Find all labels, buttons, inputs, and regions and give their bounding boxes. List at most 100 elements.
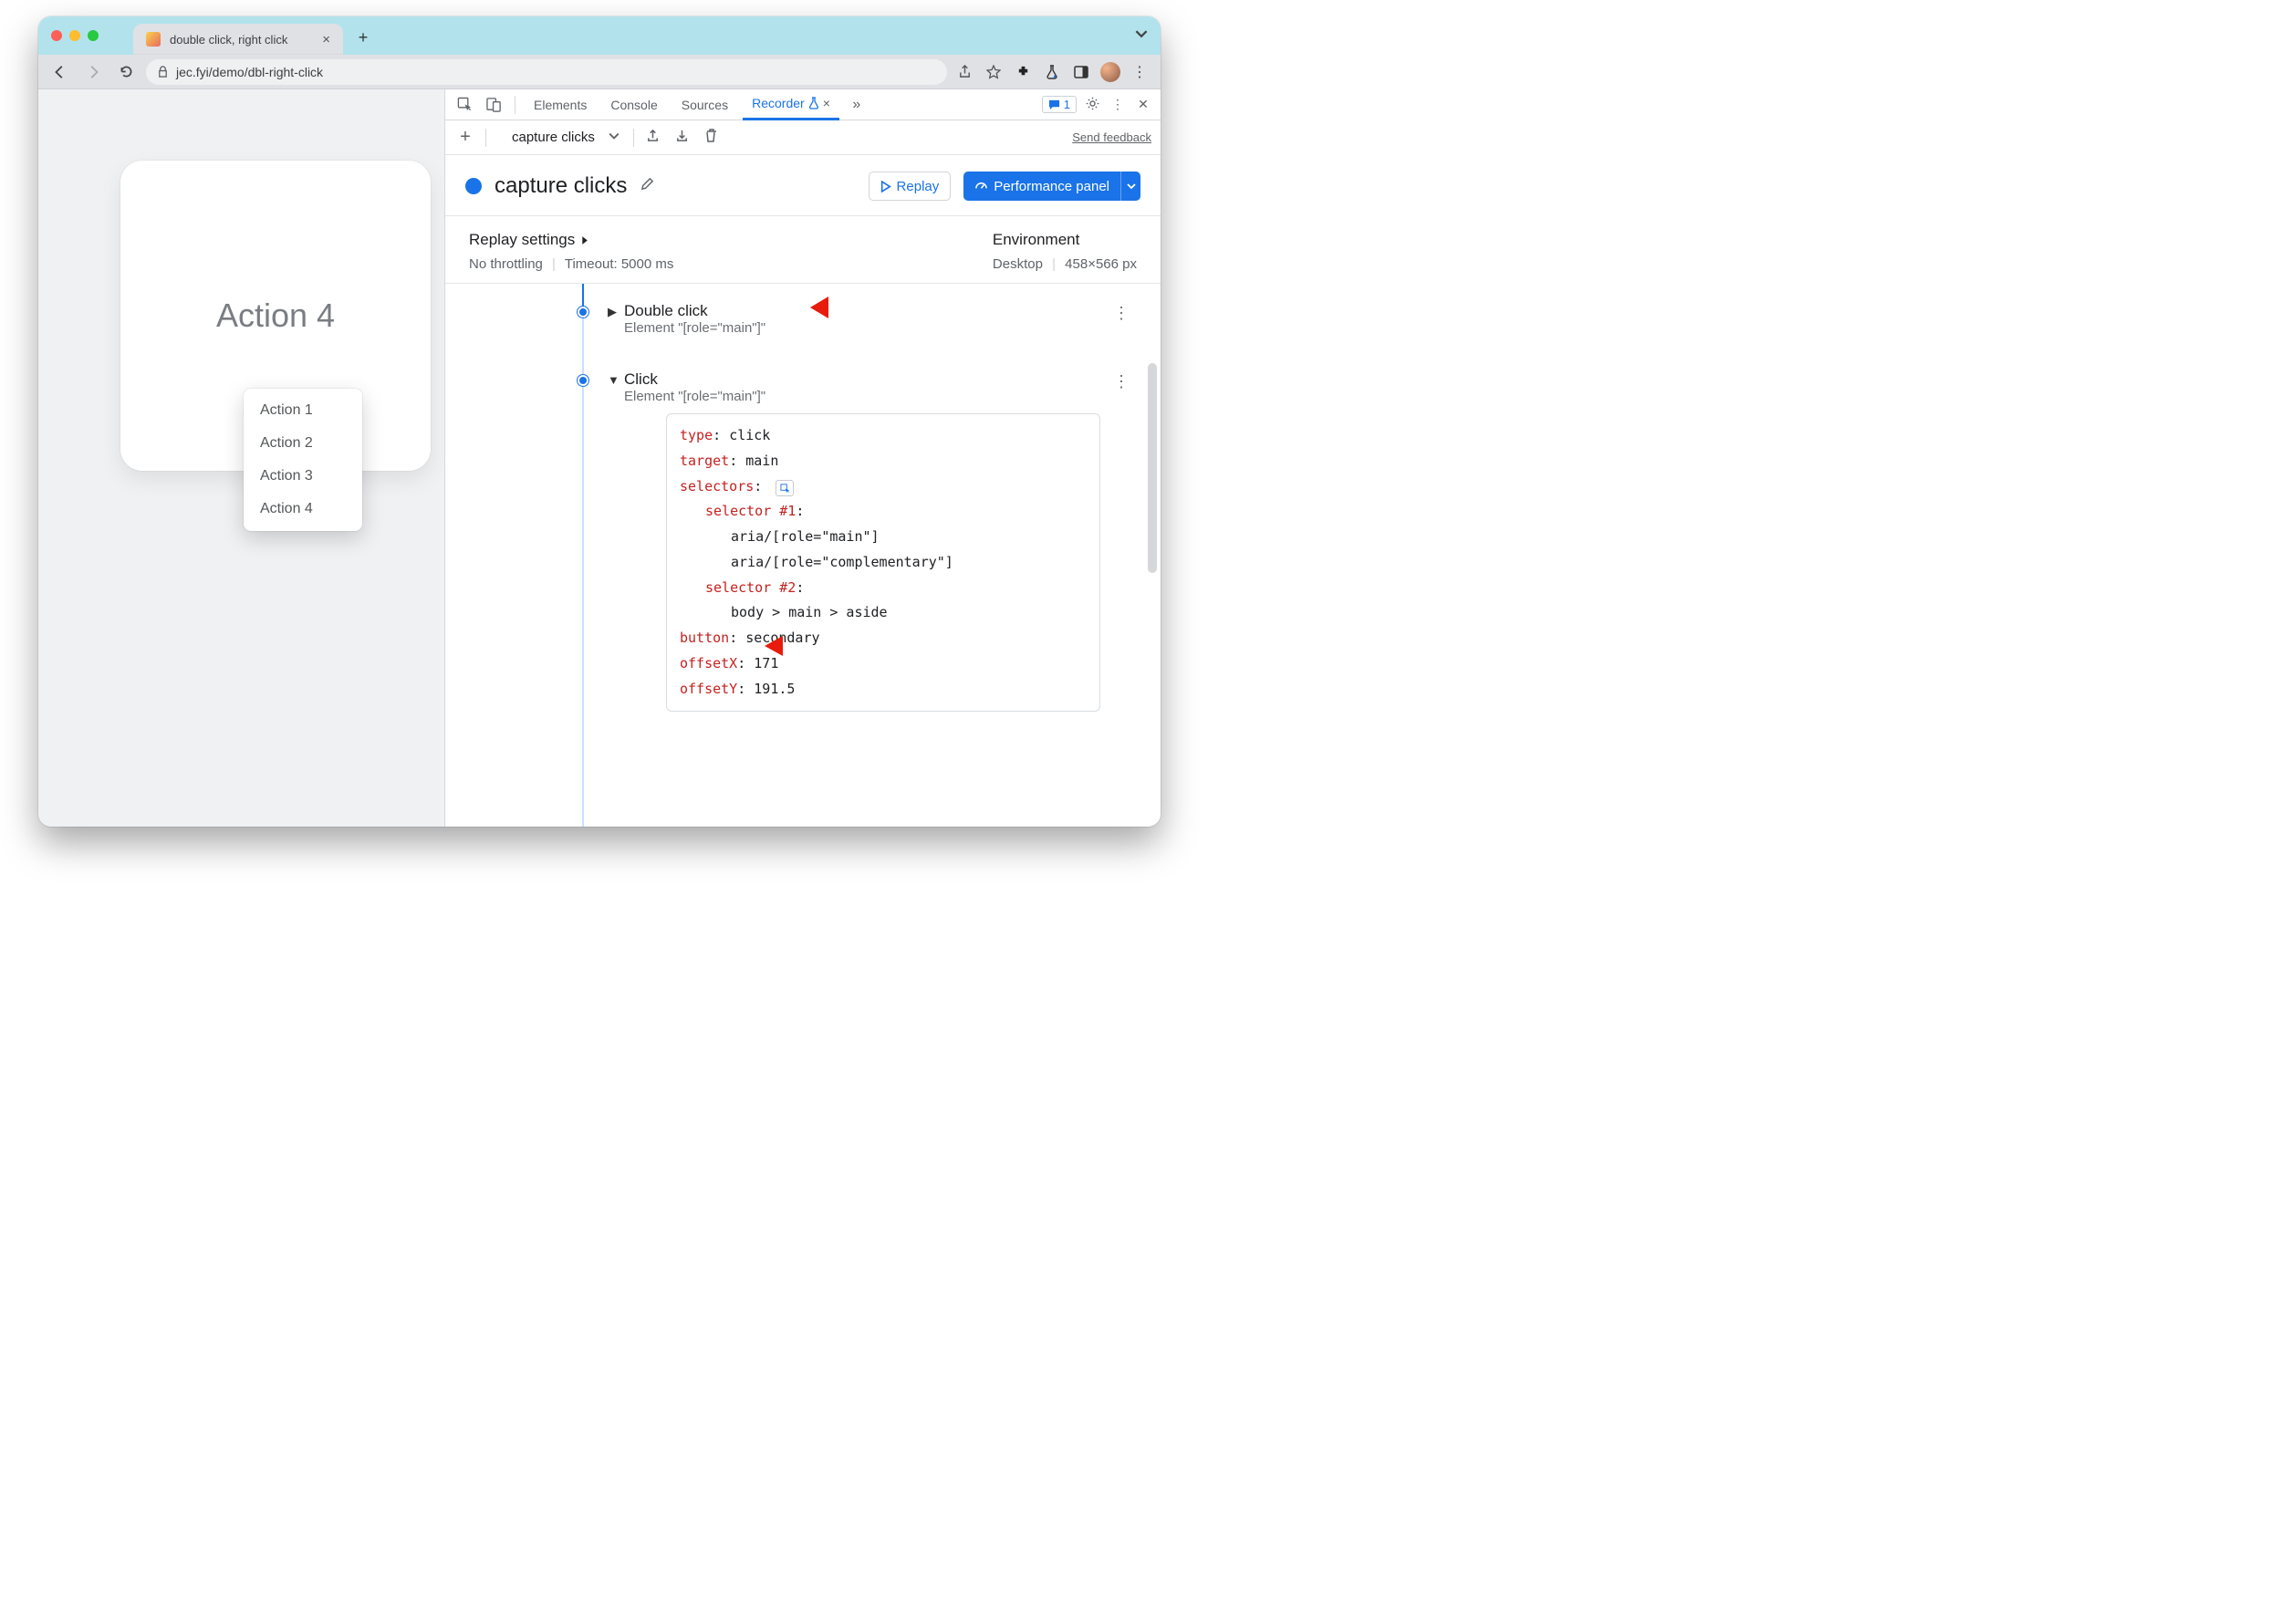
device-toolbar-icon[interactable] [482, 93, 505, 117]
url-text: jec.fyi/demo/dbl-right-click [176, 65, 323, 79]
close-devtools-icon[interactable]: ✕ [1133, 97, 1153, 112]
lock-icon [157, 66, 169, 78]
more-tabs-icon[interactable]: » [845, 93, 869, 117]
tab-recorder[interactable]: Recorder × [743, 89, 839, 120]
context-menu-item[interactable]: Action 2 [244, 427, 362, 460]
tab-elements[interactable]: Elements [525, 89, 596, 120]
detail-value: aria/[role="complementary"] [680, 550, 1087, 576]
recording-title: capture clicks [495, 173, 627, 199]
steps-list: ▶ Double click Element "[role="main"]" ⋮… [445, 284, 1161, 827]
omnibox[interactable]: jec.fyi/demo/dbl-right-click [146, 59, 947, 85]
send-feedback-link[interactable]: Send feedback [1072, 130, 1151, 144]
devtools-panel: Elements Console Sources Recorder × » 1 [445, 89, 1161, 827]
context-menu-item[interactable]: Action 3 [244, 460, 362, 493]
throttling-value: No throttling [469, 256, 543, 272]
new-tab-button[interactable]: + [350, 25, 376, 50]
extensions-icon[interactable] [1013, 62, 1033, 82]
chrome-menu-icon[interactable]: ⋮ [1130, 62, 1150, 82]
export-icon[interactable] [643, 129, 663, 146]
detail-key: selector #2 [705, 579, 796, 596]
detail-key: button [680, 630, 729, 646]
context-menu[interactable]: Action 1 Action 2 Action 3 Action 4 [244, 389, 362, 531]
step-subtitle: Element "[role="main"]" [624, 320, 1133, 336]
labs-flask-icon[interactable] [1042, 62, 1062, 82]
issues-badge[interactable]: 1 [1042, 96, 1077, 113]
step-subtitle: Element "[role="main"]" [624, 389, 1133, 404]
favicon-icon [146, 32, 161, 47]
replay-settings: Replay settings No throttling | Timeout:… [445, 216, 1161, 284]
annotation-arrow-icon [810, 291, 858, 324]
recording-select[interactable]: capture clicks [512, 130, 595, 145]
card-heading: Action 4 [216, 297, 335, 335]
import-icon[interactable] [672, 129, 692, 146]
close-panel-icon[interactable]: × [823, 96, 830, 110]
detail-key: type [680, 427, 713, 443]
reload-button[interactable] [113, 59, 139, 85]
settings-gear-icon[interactable] [1082, 96, 1102, 114]
profile-avatar[interactable] [1100, 62, 1120, 82]
step-menu-icon[interactable]: ⋮ [1113, 304, 1130, 323]
side-panel-icon[interactable] [1071, 62, 1091, 82]
performance-label: Performance panel [994, 179, 1109, 194]
detail-key: offsetY [680, 681, 737, 697]
tab-title: double click, right click [170, 33, 313, 47]
forward-button[interactable] [80, 59, 106, 85]
detail-key: selectors [680, 478, 754, 494]
window-controls[interactable] [51, 30, 99, 41]
recording-header: capture clicks Replay Performance panel [445, 155, 1161, 216]
step-row[interactable]: ▶ Double click Element "[role="main"]" ⋮ [569, 297, 1161, 341]
detail-value: aria/[role="main"] [680, 525, 1087, 550]
device-value: Desktop [993, 256, 1043, 272]
edit-title-icon[interactable] [640, 176, 655, 196]
page-viewport[interactable]: Action 4 Action 1 Action 2 Action 3 Acti… [38, 89, 445, 827]
maximize-window-icon[interactable] [88, 30, 99, 41]
chat-icon [1048, 99, 1060, 110]
detail-value: main [745, 453, 778, 469]
step-title: Double click [624, 302, 1133, 320]
chevron-down-icon[interactable] [604, 130, 624, 145]
address-bar: jec.fyi/demo/dbl-right-click ⋮ [38, 55, 1161, 89]
replay-settings-toggle[interactable]: Replay settings [469, 231, 673, 249]
inspect-element-icon[interactable] [453, 93, 476, 117]
tab-sources[interactable]: Sources [672, 89, 737, 120]
delete-icon[interactable] [702, 129, 722, 146]
share-icon[interactable] [954, 62, 974, 82]
timeout-value: Timeout: 5000 ms [565, 256, 674, 272]
detail-key: target [680, 453, 729, 469]
replay-button[interactable]: Replay [869, 172, 952, 201]
detail-key: offsetX [680, 655, 737, 671]
context-menu-item[interactable]: Action 1 [244, 394, 362, 427]
step-row[interactable]: ▼ Click Element "[role="main"]" ⋮ type: … [569, 365, 1161, 717]
performance-panel-button[interactable]: Performance panel [963, 172, 1120, 201]
browser-window: double click, right click × + jec.fyi/de… [38, 16, 1161, 827]
detail-value: body > main > aside [680, 600, 1087, 626]
tab-console[interactable]: Console [601, 89, 666, 120]
annotation-arrow-icon [765, 631, 812, 661]
bookmark-star-icon[interactable] [984, 62, 1004, 82]
browser-tab[interactable]: double click, right click × [133, 24, 343, 55]
new-recording-button[interactable]: + [454, 127, 476, 149]
expand-caret-icon[interactable]: ▶ [608, 305, 617, 319]
devtools-tab-bar: Elements Console Sources Recorder × » 1 [445, 89, 1161, 120]
step-detail: type: click target: main selectors: sele… [666, 413, 1100, 712]
timeline-node-icon [578, 375, 588, 386]
context-menu-item[interactable]: Action 4 [244, 493, 362, 526]
close-window-icon[interactable] [51, 30, 62, 41]
timeline-node-icon [578, 307, 588, 318]
recording-status-icon [465, 178, 482, 194]
play-icon [880, 181, 891, 193]
back-button[interactable] [47, 59, 73, 85]
devtools-menu-icon[interactable]: ⋮ [1108, 97, 1128, 112]
tab-recorder-label: Recorder [752, 96, 805, 110]
dimensions-value: 458×566 px [1065, 256, 1137, 272]
performance-dropdown-icon[interactable] [1120, 172, 1140, 201]
issues-count: 1 [1064, 98, 1070, 111]
collapse-caret-icon[interactable]: ▼ [608, 373, 620, 387]
detail-value: 191.5 [754, 681, 795, 697]
collapse-chevron-icon[interactable] [1135, 27, 1148, 45]
step-menu-icon[interactable]: ⋮ [1113, 372, 1130, 391]
close-tab-icon[interactable]: × [322, 32, 330, 47]
experiment-flask-icon [808, 97, 819, 109]
selector-picker-icon[interactable] [776, 480, 794, 496]
minimize-window-icon[interactable] [69, 30, 80, 41]
